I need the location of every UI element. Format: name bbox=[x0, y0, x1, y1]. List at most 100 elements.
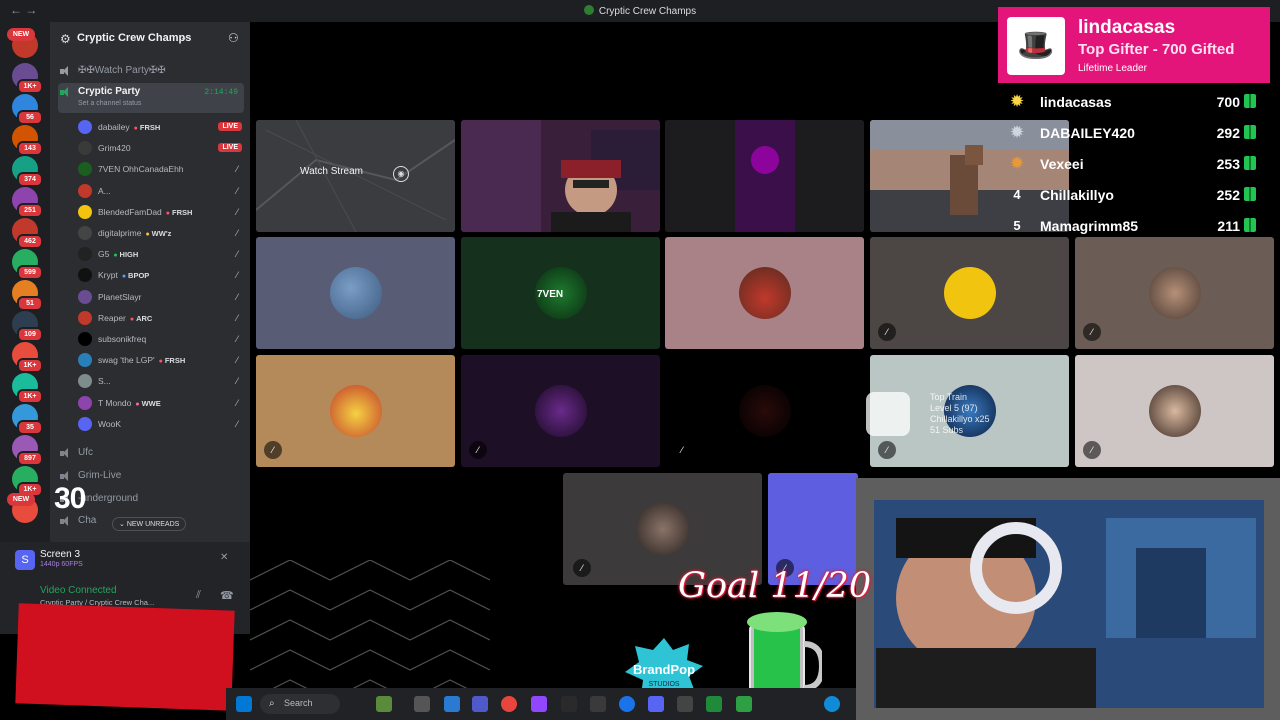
taskbar-search[interactable]: ⌕ Search bbox=[260, 694, 340, 714]
top-gifter-card: 🎩 lindacasas Top Gifter - 700 Gifted Lif… bbox=[998, 7, 1270, 83]
silver-medal-icon: ✹ bbox=[1010, 124, 1024, 141]
stop-share-icon[interactable]: ✕ bbox=[220, 552, 228, 563]
taskbar-app-icon[interactable] bbox=[706, 696, 722, 712]
gift-count: 292 bbox=[1216, 125, 1240, 141]
search-icon: ⌕ bbox=[269, 698, 275, 709]
avatar bbox=[78, 310, 92, 325]
video-tile-user-a[interactable] bbox=[256, 237, 455, 349]
taskbar: ⌕ Search bbox=[226, 688, 856, 720]
voice-member[interactable]: PlanetSlayr ⁄ bbox=[76, 287, 244, 308]
channel-ufc[interactable]: Ufc bbox=[58, 442, 244, 464]
muted-mic-icon: ⁄ bbox=[673, 441, 691, 459]
channel-cryptic-party[interactable]: Cryptic Party Set a channel status 2:14:… bbox=[58, 83, 244, 113]
muted-icon: ⁄ bbox=[236, 376, 238, 387]
channel-watch-party[interactable]: ✠✠Watch Party✠✠ bbox=[58, 62, 244, 82]
watch-stream-button[interactable]: Watch Stream bbox=[300, 166, 363, 177]
voice-member[interactable]: WooK ⁄ bbox=[76, 414, 244, 435]
terminal-icon[interactable] bbox=[561, 696, 577, 712]
disconnect-icon[interactable]: ☎ bbox=[220, 589, 234, 602]
avatar bbox=[1149, 385, 1201, 437]
twitch-icon[interactable] bbox=[531, 696, 547, 712]
taskbar-app-icon[interactable] bbox=[590, 696, 606, 712]
voice-member[interactable]: Krypt ● BPOP ⁄ bbox=[76, 265, 244, 286]
voice-member[interactable]: Reaper ● ARC ⁄ bbox=[76, 308, 244, 329]
server-name: Cryptic Crew Champs bbox=[77, 32, 192, 44]
taskbar-app-icon[interactable] bbox=[736, 696, 752, 712]
channel-status[interactable]: Set a channel status bbox=[78, 100, 141, 107]
channel-underground[interactable]: -underground bbox=[58, 488, 244, 510]
voice-member[interactable]: swag 'the LGP' ● FRSH ⁄ bbox=[76, 350, 244, 371]
gifter-name: Vexeei bbox=[1040, 156, 1084, 172]
mention-badge: 1K+ bbox=[17, 79, 43, 94]
member-name: G5 ● HIGH bbox=[98, 249, 139, 260]
video-tile-7ven[interactable]: 7VEN bbox=[461, 237, 660, 349]
server-header[interactable]: ⚙ Cryptic Crew Champs ⌄ ⚇ bbox=[50, 22, 250, 54]
voice-member[interactable]: A... ⁄ bbox=[76, 181, 244, 202]
webcam-feed bbox=[461, 120, 660, 232]
avatar bbox=[78, 226, 92, 240]
screen-name: Screen 3 bbox=[40, 549, 81, 560]
voice-member[interactable]: 7VEN OhhCanadaEhh ⁄ bbox=[76, 159, 244, 180]
chrome-icon[interactable] bbox=[501, 696, 517, 712]
gifter-name: Mamagrimm85 bbox=[1040, 218, 1139, 234]
taskbar-app-icon[interactable] bbox=[444, 696, 460, 712]
video-tile-user-e[interactable]: ⁄ bbox=[1075, 237, 1274, 349]
member-name: Reaper ● ARC bbox=[98, 312, 153, 323]
voice-member[interactable]: dabailey ● FRSH LIVE bbox=[76, 117, 244, 138]
gift-icon bbox=[1244, 187, 1256, 201]
member-name: Grim420 bbox=[98, 143, 131, 154]
taskbar-app-icon[interactable] bbox=[677, 696, 693, 712]
avatar bbox=[78, 416, 92, 431]
server-settings-icon[interactable]: ⚙ bbox=[60, 32, 71, 46]
video-tile-reaper[interactable]: ⁄ bbox=[461, 355, 660, 467]
video-tile-user-c[interactable] bbox=[665, 237, 864, 349]
mention-badge: 51 bbox=[17, 296, 43, 311]
invite-user-icon[interactable]: ⚇ bbox=[228, 31, 239, 45]
avatar bbox=[78, 374, 92, 389]
clan-tag: ● BPOP bbox=[121, 271, 150, 281]
video-tile-user-j[interactable]: ⁄ bbox=[1075, 355, 1274, 467]
muted-icon: ⁄ bbox=[236, 164, 238, 175]
chevron-down-icon[interactable]: ⌄ bbox=[180, 32, 188, 43]
taskbar-app-icon[interactable] bbox=[376, 696, 392, 712]
member-name: S... bbox=[98, 376, 111, 387]
gift-count: 211 bbox=[1217, 218, 1240, 234]
mention-badge: 251 bbox=[17, 203, 43, 218]
clan-tag: ● FRSH bbox=[165, 207, 193, 217]
voice-member[interactable]: subsonikfreq ⁄ bbox=[76, 329, 244, 350]
discord-icon[interactable] bbox=[648, 696, 664, 712]
new-badge: NEW bbox=[7, 493, 35, 506]
clan-tag: ● FRSH bbox=[133, 123, 161, 132]
voice-member[interactable]: Grim420 LIVE bbox=[76, 138, 244, 159]
video-tile-pikachu[interactable]: ⁄ bbox=[256, 355, 455, 467]
muted-icon: ⁄ bbox=[236, 185, 238, 196]
gift-icon bbox=[1244, 125, 1256, 139]
video-tile-blendedfamdad[interactable]: ⁄ bbox=[870, 237, 1069, 349]
mention-badge: 35 bbox=[17, 420, 43, 435]
server-rail: NEW 1K+ 56 143 374 251 462 599 51 109 1K+ 1K+ 35 897 1… bbox=[0, 22, 50, 542]
new-unreads-button[interactable]: ⌄ NEW UNREADS bbox=[112, 517, 187, 531]
video-tile-subsonik[interactable]: ⁄ bbox=[665, 355, 864, 467]
voice-member[interactable]: S... ⁄ bbox=[76, 371, 244, 392]
edge-icon[interactable] bbox=[824, 696, 840, 712]
voice-member[interactable]: T Mondo ● WWE ⁄ bbox=[76, 393, 244, 414]
windows-start-icon[interactable] bbox=[236, 696, 252, 712]
voice-member[interactable]: G5 ● HIGH ⁄ bbox=[76, 244, 244, 265]
noise-suppression-icon[interactable]: ⫽ bbox=[196, 589, 201, 602]
teams-icon[interactable] bbox=[472, 696, 488, 712]
mention-badge: 143 bbox=[17, 141, 43, 156]
dark-feed bbox=[665, 120, 864, 232]
gift-icon bbox=[1244, 156, 1256, 170]
video-tile-dark[interactable] bbox=[665, 120, 864, 232]
taskbar-app-icon[interactable] bbox=[619, 696, 635, 712]
voice-member[interactable]: digitalprime ● WW'z ⁄ bbox=[76, 223, 244, 244]
live-badge: LIVE bbox=[218, 122, 242, 131]
avatar bbox=[78, 289, 92, 304]
eye-icon[interactable]: ◉ bbox=[393, 166, 409, 182]
video-tile-webcam-1[interactable] bbox=[461, 120, 660, 232]
channel-grim-live[interactable]: Grim-Live bbox=[58, 465, 244, 487]
avatar bbox=[78, 120, 92, 134]
voice-member[interactable]: BlendedFamDad ● FRSH ⁄ bbox=[76, 202, 244, 223]
voice-status[interactable]: Video Connected bbox=[40, 585, 117, 596]
file-explorer-icon[interactable] bbox=[414, 696, 430, 712]
